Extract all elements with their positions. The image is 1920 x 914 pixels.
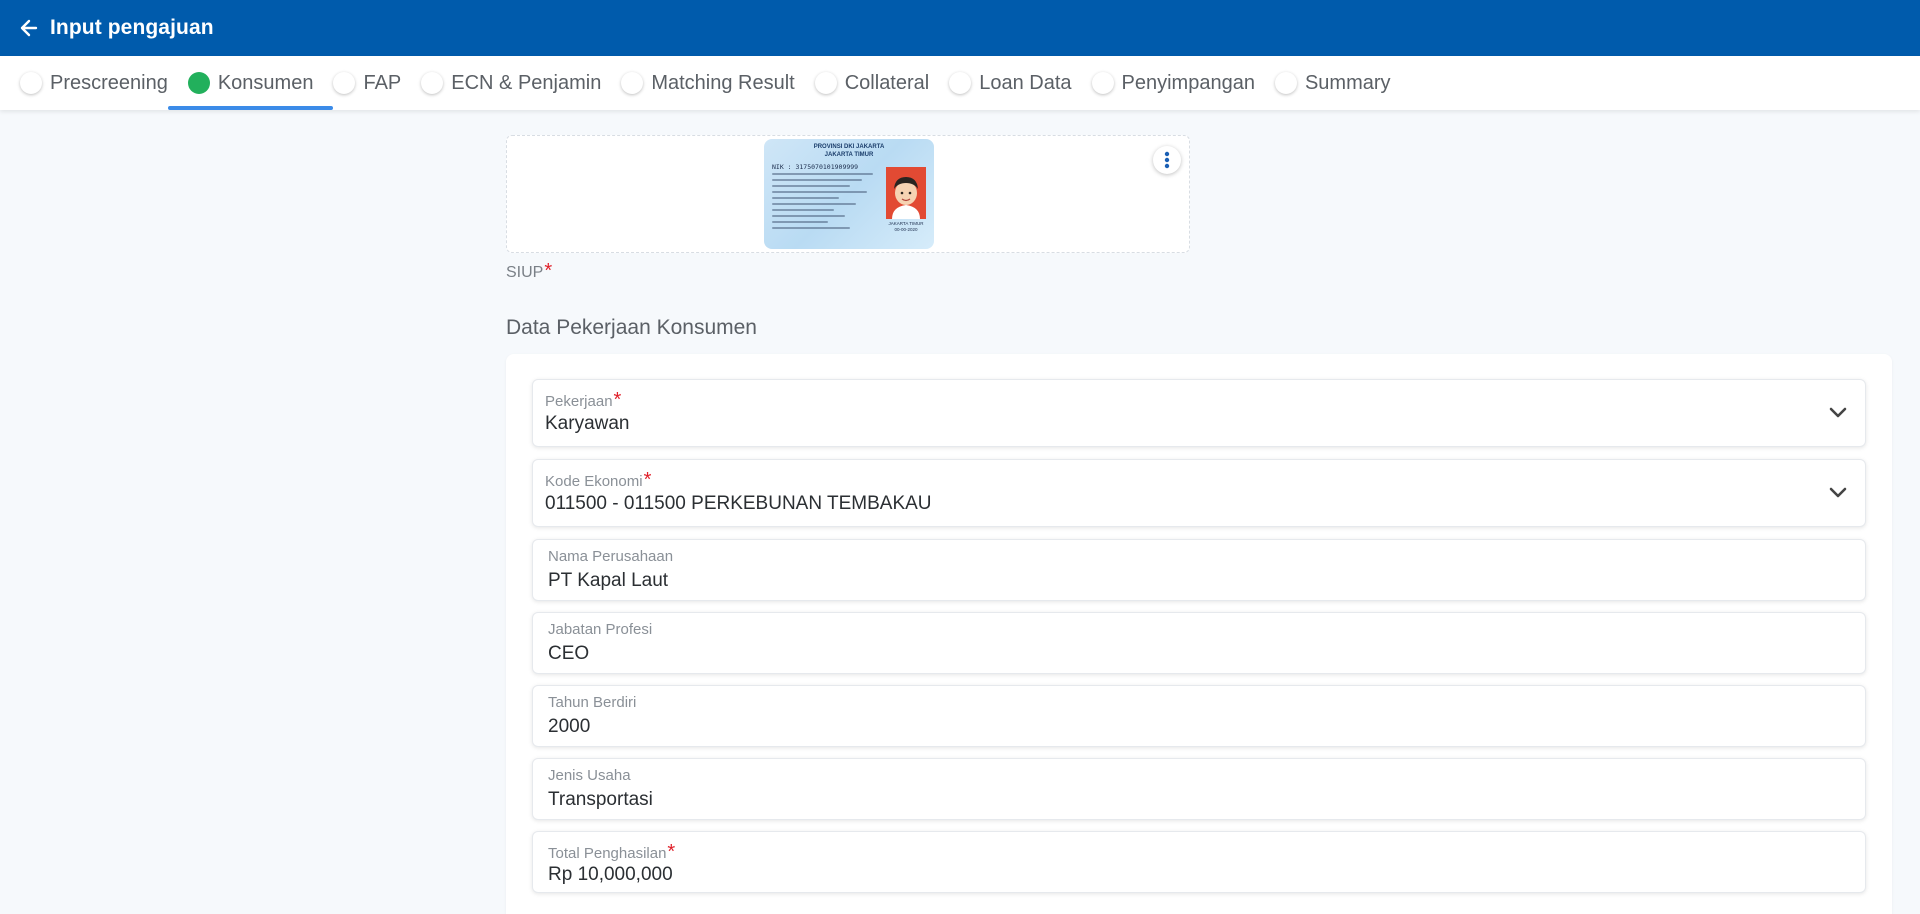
kode-ekonomi-select[interactable]: Kode Ekonomi* 011500 - 011500 PERKEBUNAN… bbox=[532, 459, 1866, 527]
required-indicator: * bbox=[643, 469, 652, 491]
card-nik: NIK : 3175070101909999 bbox=[772, 163, 859, 171]
jabatan-profesi-label: Jabatan Profesi bbox=[548, 621, 653, 638]
jenis-usaha-value: Transportasi bbox=[548, 789, 653, 810]
step-status-icon bbox=[621, 72, 644, 94]
card-footer-date: 00-00-2020 bbox=[894, 227, 918, 232]
tab-matching-result[interactable]: Matching Result bbox=[621, 56, 814, 110]
required-indicator: * bbox=[613, 389, 622, 411]
step-status-icon bbox=[1091, 72, 1114, 94]
more-options-button[interactable] bbox=[1153, 146, 1181, 174]
tahun-berdiri-value: 2000 bbox=[548, 716, 591, 737]
document-label-text: SIUP bbox=[506, 264, 544, 281]
tab-ecn-penjamin[interactable]: ECN & Penjamin bbox=[421, 56, 621, 110]
step-status-icon bbox=[814, 72, 837, 94]
kode-ekonomi-label: Kode Ekonomi bbox=[545, 473, 643, 490]
required-indicator: * bbox=[544, 260, 553, 282]
page-title: Input pengajuan bbox=[50, 16, 214, 39]
tab-label: FAP bbox=[363, 71, 402, 94]
tab-label: Collateral bbox=[844, 71, 930, 94]
nama-perusahaan-label: Nama Perusahaan bbox=[548, 548, 674, 565]
tab-label: Konsumen bbox=[217, 71, 314, 94]
tab-label: Penyimpangan bbox=[1121, 71, 1255, 94]
tab-penyimpangan[interactable]: Penyimpangan bbox=[1091, 56, 1275, 110]
step-status-icon bbox=[20, 72, 42, 94]
tab-label: ECN & Penjamin bbox=[451, 71, 602, 94]
id-card-thumbnail[interactable]: PROVINSI DKI JAKARTA JAKARTA TIMUR NIK :… bbox=[764, 139, 934, 249]
jabatan-profesi-value: CEO bbox=[548, 643, 590, 664]
jenis-usaha-field[interactable]: Jenis Usaha Transportasi bbox=[532, 758, 1866, 820]
document-label: SIUP* bbox=[506, 260, 552, 283]
total-penghasilan-label: Total Penghasilan bbox=[548, 845, 667, 862]
tab-label: Loan Data bbox=[979, 71, 1072, 94]
total-penghasilan-value: Rp 10,000,000 bbox=[548, 864, 673, 885]
nama-perusahaan-value: PT Kapal Laut bbox=[548, 570, 669, 591]
card-header-city: JAKARTA TIMUR bbox=[824, 152, 874, 158]
tahun-berdiri-label: Tahun Berdiri bbox=[548, 694, 637, 711]
card-text-lines bbox=[772, 173, 884, 233]
tab-summary[interactable]: Summary bbox=[1274, 56, 1411, 110]
chevron-down-icon[interactable] bbox=[1827, 482, 1849, 504]
step-tabs: Prescreening Konsumen FAP ECN & Penjamin… bbox=[0, 56, 1920, 110]
pekerjaan-label: Pekerjaan bbox=[545, 393, 613, 410]
step-complete-icon bbox=[187, 72, 210, 94]
pekerjaan-select[interactable]: Pekerjaan* Karyawan bbox=[532, 379, 1866, 447]
tahun-berdiri-field[interactable]: Tahun Berdiri 2000 bbox=[532, 685, 1866, 747]
jabatan-profesi-field[interactable]: Jabatan Profesi CEO bbox=[532, 612, 1866, 674]
required-indicator: * bbox=[667, 841, 676, 863]
kebab-menu-icon bbox=[1164, 151, 1170, 169]
tab-label: Prescreening bbox=[50, 71, 168, 94]
nama-perusahaan-field[interactable]: Nama Perusahaan PT Kapal Laut bbox=[532, 539, 1866, 601]
kode-ekonomi-value: 011500 - 011500 PERKEBUNAN TEMBAKAU bbox=[545, 493, 932, 514]
avatar bbox=[886, 167, 926, 219]
employment-form-card: Pekerjaan* Karyawan Kode Ekonomi* 011500… bbox=[506, 354, 1892, 914]
chevron-down-icon[interactable] bbox=[1827, 402, 1849, 424]
tab-label: Matching Result bbox=[651, 71, 795, 94]
tab-fap[interactable]: FAP bbox=[333, 56, 421, 110]
pekerjaan-value: Karyawan bbox=[545, 413, 630, 434]
arrow-left-icon[interactable] bbox=[18, 17, 40, 39]
document-upload-box[interactable]: PROVINSI DKI JAKARTA JAKARTA TIMUR NIK :… bbox=[506, 135, 1190, 253]
tab-label: Summary bbox=[1304, 71, 1391, 94]
tab-konsumen[interactable]: Konsumen bbox=[167, 56, 334, 110]
total-penghasilan-field[interactable]: Total Penghasilan* Rp 10,000,000 bbox=[532, 831, 1866, 893]
section-title: Data Pekerjaan Konsumen bbox=[506, 316, 757, 339]
card-header-province: PROVINSI DKI JAKARTA bbox=[813, 144, 885, 150]
top-app-bar: Input pengajuan bbox=[0, 0, 1920, 56]
step-status-icon bbox=[949, 72, 972, 94]
tab-prescreening[interactable]: Prescreening bbox=[20, 56, 188, 110]
step-status-icon bbox=[421, 72, 444, 94]
step-status-icon bbox=[1274, 72, 1297, 94]
tab-loan-data[interactable]: Loan Data bbox=[949, 56, 1091, 110]
step-status-icon bbox=[333, 72, 356, 94]
tab-collateral[interactable]: Collateral bbox=[814, 56, 949, 110]
jenis-usaha-label: Jenis Usaha bbox=[548, 767, 631, 784]
